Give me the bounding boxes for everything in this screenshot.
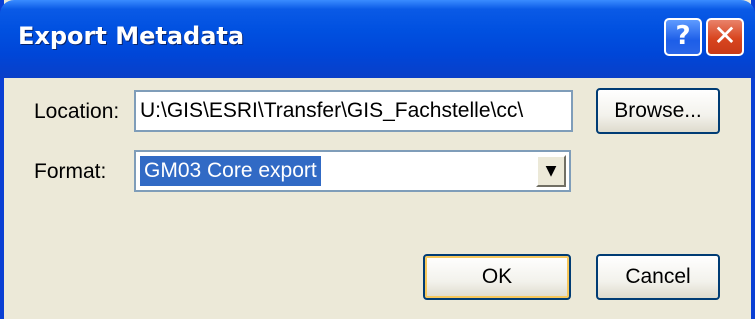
cancel-button[interactable]: Cancel [596, 254, 720, 300]
browse-button[interactable]: Browse... [596, 88, 720, 134]
location-input[interactable]: U:\GIS\ESRI\Transfer\GIS_Fachstelle\cc\ [134, 90, 573, 132]
location-label: Location: [34, 100, 120, 123]
chevron-down-icon: ▼ [545, 163, 557, 179]
format-label: Format: [34, 160, 107, 183]
title-bar[interactable]: Export Metadata ? ✕ [0, 0, 755, 78]
format-selected-value: GM03 Core export [139, 155, 322, 187]
format-select[interactable]: GM03 Core export ▼ [134, 150, 571, 192]
help-icon: ? [675, 21, 691, 51]
ok-button[interactable]: OK [423, 254, 571, 300]
close-icon: ✕ [713, 19, 737, 52]
export-metadata-dialog: Export Metadata ? ✕ Location: U:\GIS\ESR… [0, 0, 755, 319]
dialog-title: Export Metadata [18, 22, 245, 50]
dropdown-button[interactable]: ▼ [536, 155, 566, 187]
close-button[interactable]: ✕ [706, 18, 744, 56]
help-button[interactable]: ? [664, 18, 702, 56]
